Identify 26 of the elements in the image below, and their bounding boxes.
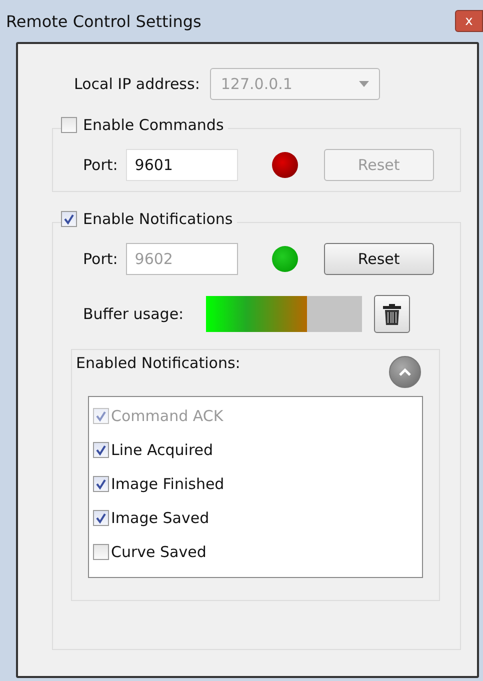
checkbox-label: Image Saved xyxy=(111,509,210,527)
checkbox-label: Enable Commands xyxy=(83,116,224,134)
trash-icon xyxy=(380,301,403,327)
checkbox[interactable] xyxy=(93,476,109,492)
port-label: Port: xyxy=(83,156,118,174)
reset-button[interactable]: Reset xyxy=(324,243,434,275)
window-title: Remote Control Settings xyxy=(6,12,202,30)
checkbox[interactable] xyxy=(61,117,77,133)
port-label: Port: xyxy=(83,250,118,268)
checkbox-label: Command ACK xyxy=(111,407,224,425)
checkbox[interactable] xyxy=(61,211,77,227)
caret-icon xyxy=(358,81,369,87)
buffer-label: Buffer usage: xyxy=(83,305,184,323)
checkbox-label: Curve Saved xyxy=(111,543,206,561)
checkbox-label: Image Finished xyxy=(111,475,224,493)
trash-button[interactable] xyxy=(374,295,410,333)
port-field[interactable]: 9601 xyxy=(126,149,238,181)
collapse-button[interactable] xyxy=(389,356,421,388)
checkbox[interactable] xyxy=(93,544,109,560)
close-button[interactable]: x xyxy=(455,10,483,32)
chevron-up-icon xyxy=(398,367,412,377)
checkbox-label: Line Acquired xyxy=(111,441,214,459)
checkbox[interactable] xyxy=(93,510,109,526)
ip-label: Local IP address: xyxy=(74,75,200,93)
checkbox-label: Enable Notifications xyxy=(83,210,233,228)
checkbox[interactable] xyxy=(93,442,109,458)
